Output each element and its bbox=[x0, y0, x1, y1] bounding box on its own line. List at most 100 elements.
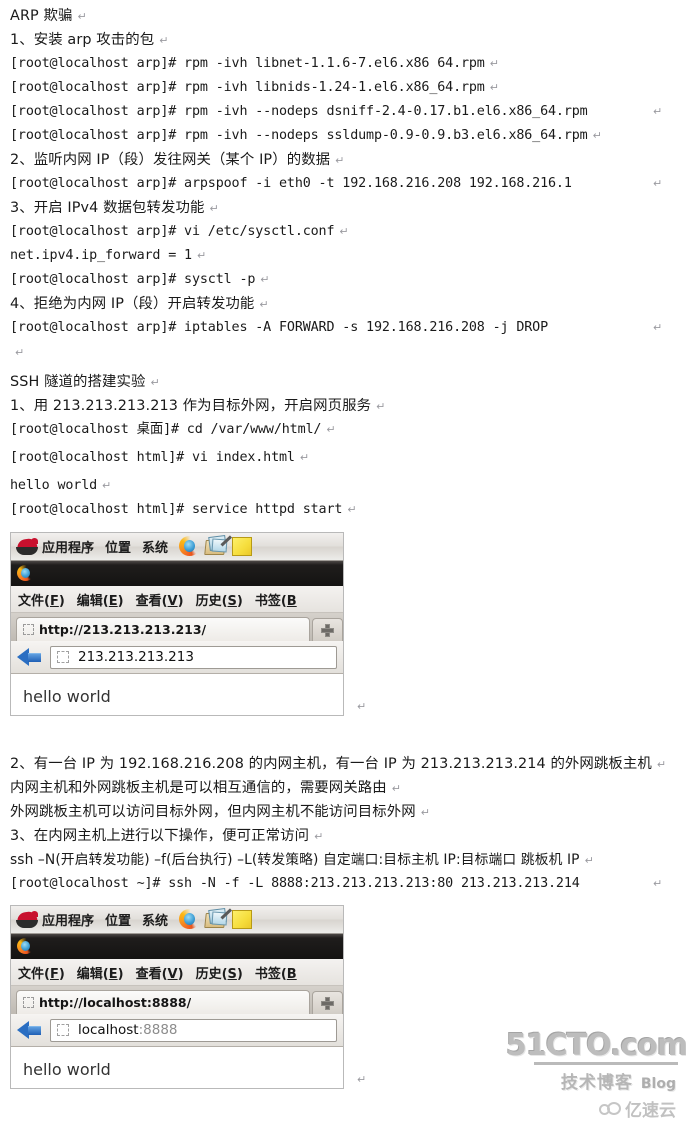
panel-menu-system[interactable]: 系统 bbox=[142, 537, 168, 556]
doc-line-text: ARP 欺骗 bbox=[10, 8, 73, 24]
doc-line-text: [root@localhost arp]# vi /etc/sysctl.con… bbox=[10, 224, 335, 239]
address-bar-value: localhost:8888 bbox=[78, 1022, 178, 1038]
browser-titlebar bbox=[11, 561, 343, 586]
doc-line: [root@localhost arp]# rpm -ivh libnet-1.… bbox=[0, 52, 503, 76]
menu-view[interactable]: 查看(V) bbox=[136, 590, 184, 609]
address-bar[interactable]: localhost:8888 bbox=[50, 1018, 337, 1042]
browser-tab-active[interactable]: http://localhost:8888/ bbox=[16, 990, 310, 1014]
menu-bookmarks[interactable]: 书签(B bbox=[255, 590, 297, 609]
browser-tab-title: http://localhost:8888/ bbox=[39, 995, 192, 1010]
panel-menu-applications[interactable]: 应用程序 bbox=[42, 910, 94, 929]
redhat-logo-icon bbox=[16, 910, 38, 930]
doc-line-text: [root@localhost arp]# rpm -ivh libnids-1… bbox=[10, 80, 485, 95]
doc-line: [root@localhost arp]# rpm -ivh --nodeps … bbox=[0, 100, 662, 124]
paragraph-mark-icon: ↵ bbox=[326, 423, 336, 436]
doc-line-text: 2、监听内网 IP（段）发往网关（某个 IP）的数据 bbox=[10, 152, 331, 168]
new-tab-button[interactable] bbox=[312, 991, 343, 1014]
back-arrow-icon[interactable] bbox=[17, 1019, 43, 1041]
paragraph-mark-icon: ↵ bbox=[15, 346, 25, 359]
back-arrow-icon[interactable] bbox=[17, 646, 43, 668]
menu-bookmarks[interactable]: 书签(B bbox=[255, 963, 297, 982]
doc-line: [root@localhost 桌面]# cd /var/www/html/ ↵ bbox=[0, 418, 339, 442]
doc-line-text: 4、拒绝为内网 IP（段）开启转发功能 bbox=[10, 296, 255, 312]
watermark-blog: Blog bbox=[640, 1076, 676, 1092]
paragraph-mark-icon: ↵ bbox=[653, 177, 663, 190]
menu-history[interactable]: 历史(S) bbox=[196, 590, 243, 609]
doc-line: hello world ↵ bbox=[0, 474, 115, 498]
doc-line-text: 外网跳板主机可以访问目标外网，但内网主机不能访问目标外网 bbox=[10, 804, 416, 820]
paragraph-mark-icon: ↵ bbox=[592, 129, 602, 142]
doc-line: ARP 欺骗 ↵ bbox=[0, 4, 91, 28]
menu-edit[interactable]: 编辑(E) bbox=[77, 590, 124, 609]
blank-favicon-icon bbox=[23, 624, 34, 635]
doc-line-text: SSH 隧道的搭建实验 bbox=[10, 374, 146, 390]
plus-icon bbox=[321, 996, 334, 1010]
paragraph-mark-icon: ↵ bbox=[653, 321, 663, 334]
doc-line: 外网跳板主机可以访问目标外网，但内网主机不能访问目标外网 ↵ bbox=[0, 800, 434, 824]
paragraph-mark-icon: ↵ bbox=[656, 758, 667, 771]
paragraph-mark-icon: ↵ bbox=[259, 298, 269, 311]
paragraph-mark-icon: ↵ bbox=[489, 81, 499, 94]
text-editor-icon[interactable] bbox=[220, 907, 253, 931]
paragraph-mark-icon: ↵ bbox=[150, 376, 160, 389]
doc-line: 3、在内网主机上进行以下操作，便可正常访问 ↵ bbox=[0, 824, 327, 848]
doc-line-text: 2、有一台 IP 为 192.168.216.208 的内网主机，有一台 IP … bbox=[10, 756, 652, 772]
menu-file[interactable]: 文件(F) bbox=[18, 963, 65, 982]
paragraph-mark-icon: ↵ bbox=[196, 249, 207, 262]
doc-line-text: [root@localhost arp]# sysctl -p bbox=[10, 272, 256, 287]
doc-line-text: [root@localhost ~]# ssh -N -f -L 8888:21… bbox=[10, 876, 580, 891]
paragraph-mark-icon: ↵ bbox=[77, 10, 87, 23]
browser-navbar: localhost:8888 bbox=[11, 1014, 343, 1047]
browser-viewport: hello world bbox=[11, 1047, 343, 1088]
menu-view[interactable]: 查看(V) bbox=[136, 963, 184, 982]
doc-line: [root@localhost ~]# ssh -N -f -L 8888:21… bbox=[0, 872, 662, 896]
paragraph-mark-icon: ↵ bbox=[260, 273, 270, 286]
file-archive-icon[interactable] bbox=[204, 907, 228, 931]
doc-line: [root@localhost arp]# rpm -ivh libnids-1… bbox=[0, 76, 503, 100]
browser-tab-title: http://213.213.213.213/ bbox=[39, 622, 207, 637]
paragraph-mark-icon: ↵ bbox=[347, 503, 357, 516]
gnome-top-panel: 应用程序 位置 系统 bbox=[11, 533, 343, 561]
paragraph-mark-icon: ↵ bbox=[653, 105, 663, 118]
firefox-icon[interactable] bbox=[179, 535, 201, 558]
doc-line: 1、用 213.213.213.213 作为目标外网，开启网页服务 ↵ bbox=[0, 394, 389, 418]
doc-line-text: [root@localhost html]# service httpd sta… bbox=[10, 502, 343, 517]
firefox-icon[interactable] bbox=[179, 908, 201, 931]
doc-line: [root@localhost arp]# arpspoof -i eth0 -… bbox=[0, 172, 662, 196]
paragraph-mark-icon: ↵ bbox=[584, 854, 594, 867]
panel-menu-places[interactable]: 位置 bbox=[105, 910, 131, 929]
doc-line: [root@localhost arp]# iptables -A FORWAR… bbox=[0, 316, 662, 340]
doc-line: 2、有一台 IP 为 192.168.216.208 的内网主机，有一台 IP … bbox=[0, 752, 670, 776]
text-editor-icon[interactable] bbox=[220, 534, 253, 558]
watermark-site: 51CTO.com bbox=[506, 1028, 686, 1063]
firefox-window-icon bbox=[17, 565, 34, 582]
panel-menu-system[interactable]: 系统 bbox=[142, 910, 168, 929]
blank-favicon-icon bbox=[23, 997, 34, 1008]
file-archive-icon[interactable] bbox=[204, 534, 228, 558]
doc-line: [root@localhost html]# service httpd sta… bbox=[0, 498, 360, 522]
panel-menu-applications[interactable]: 应用程序 bbox=[42, 537, 94, 556]
panel-menu-places[interactable]: 位置 bbox=[105, 537, 131, 556]
browser-tabstrip: http://213.213.213.213/ bbox=[11, 613, 343, 641]
doc-line: 4、拒绝为内网 IP（段）开启转发功能 ↵ bbox=[0, 292, 273, 316]
new-tab-button[interactable] bbox=[312, 618, 343, 641]
paragraph-mark-icon: ↵ bbox=[653, 877, 663, 890]
paragraph-mark-icon: ↵ bbox=[209, 202, 219, 215]
page-content-text: hello world bbox=[23, 687, 111, 706]
doc-line-text: [root@localhost 桌面]# cd /var/www/html/ bbox=[10, 422, 322, 437]
doc-line-text: 1、用 213.213.213.213 作为目标外网，开启网页服务 bbox=[10, 398, 372, 414]
paragraph-mark-icon: ↵ bbox=[102, 479, 112, 492]
menu-history[interactable]: 历史(S) bbox=[196, 963, 243, 982]
paragraph-mark-icon: ↵ bbox=[159, 34, 169, 47]
menu-file[interactable]: 文件(F) bbox=[18, 590, 65, 609]
blank-favicon-icon bbox=[57, 651, 69, 663]
watermark: 51CTO.com 技术博客 Blog 亿速云 bbox=[506, 1028, 686, 1121]
browser-tabstrip: http://localhost:8888/ bbox=[11, 986, 343, 1014]
doc-line-text: 内网主机和外网跳板主机是可以相互通信的，需要网关路由 bbox=[10, 780, 387, 796]
address-bar[interactable]: 213.213.213.213 bbox=[50, 645, 337, 669]
doc-line: 1、安装 arp 攻击的包 ↵ bbox=[0, 28, 173, 52]
menu-edit[interactable]: 编辑(E) bbox=[77, 963, 124, 982]
gnome-top-panel: 应用程序 位置 系统 bbox=[11, 906, 343, 934]
paragraph-mark-icon: ↵ bbox=[357, 1073, 367, 1086]
browser-tab-active[interactable]: http://213.213.213.213/ bbox=[16, 617, 310, 641]
